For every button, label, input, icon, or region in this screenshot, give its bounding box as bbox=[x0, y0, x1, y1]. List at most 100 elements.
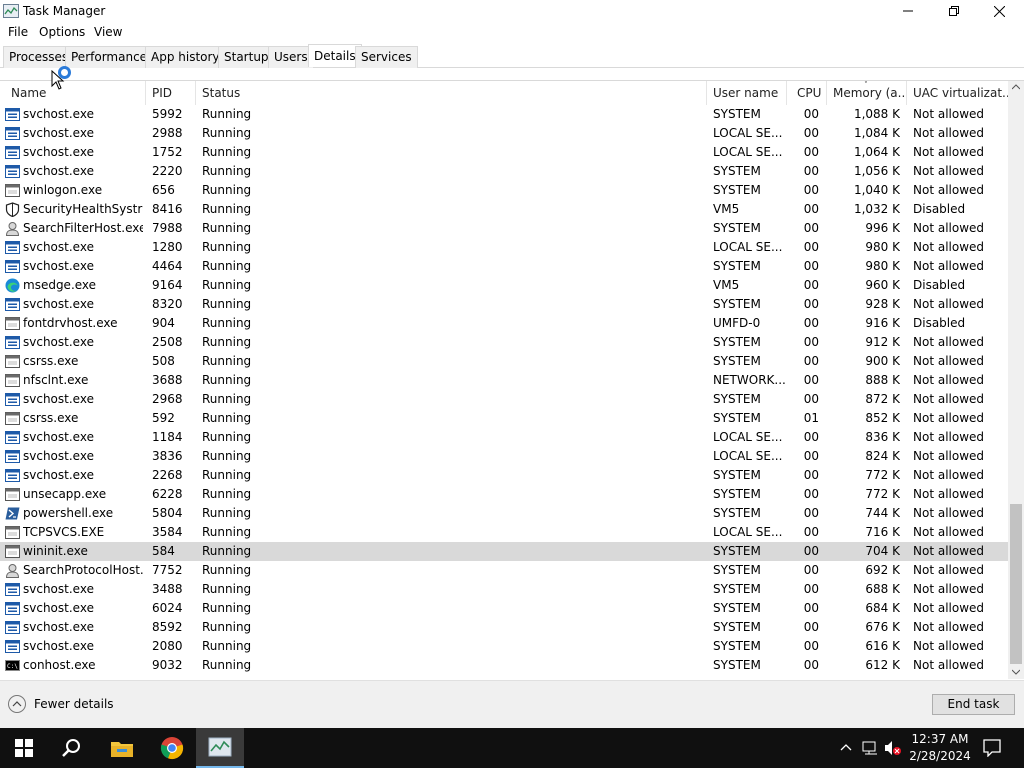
start-button[interactable] bbox=[0, 728, 48, 768]
restore-button[interactable] bbox=[931, 0, 977, 22]
table-row[interactable]: TCPSVCS.EXE 3584 Running LOCAL SE... 00 716 K… bbox=[0, 523, 1008, 542]
process-status: Running bbox=[202, 544, 252, 558]
process-cpu: 01 bbox=[803, 411, 819, 425]
tab-users[interactable]: Users bbox=[268, 46, 314, 68]
process-user-name: SYSTEM bbox=[713, 544, 761, 558]
tab-startup[interactable]: Startup bbox=[218, 46, 275, 68]
process-uac: Not allowed bbox=[913, 392, 985, 406]
process-memory: 900 K bbox=[865, 354, 900, 368]
table-row[interactable]: svchost.exe 1752 Running LOCAL SE... 00 1,064… bbox=[0, 143, 1008, 162]
process-status: Running bbox=[202, 202, 252, 216]
process-name: svchost.exe bbox=[23, 297, 94, 311]
table-row[interactable]: winlogon.exe 656 Running SYSTEM 00 1,040 K Not… bbox=[0, 181, 1008, 200]
table-row[interactable]: svchost.exe 1280 Running LOCAL SE... 00 980 K… bbox=[0, 238, 1008, 257]
taskbar-clock[interactable]: 12:37 AM 2/28/2024 bbox=[905, 731, 975, 765]
process-uac: Not allowed bbox=[913, 430, 985, 444]
column-header-name[interactable]: Name bbox=[5, 81, 146, 105]
process-cpu: 00 bbox=[803, 639, 819, 653]
table-row[interactable]: SearchProtocolHost.... 7752 Running SYSTEM 0… bbox=[0, 561, 1008, 580]
scroll-up-icon[interactable] bbox=[1012, 84, 1020, 90]
process-name: SearchProtocolHost.... bbox=[23, 563, 143, 577]
table-row[interactable]: svchost.exe 5992 Running SYSTEM 00 1,088 K Not… bbox=[0, 105, 1008, 124]
network-icon[interactable] bbox=[862, 740, 880, 756]
process-user-name: SYSTEM bbox=[713, 468, 761, 482]
process-status: Running bbox=[202, 449, 252, 463]
service-host-icon bbox=[5, 582, 20, 597]
close-button[interactable] bbox=[976, 0, 1022, 22]
search-button[interactable] bbox=[48, 728, 96, 768]
process-memory: 980 K bbox=[865, 240, 900, 254]
process-pid: 3488 bbox=[152, 582, 183, 596]
chevron-up-icon[interactable] bbox=[840, 743, 852, 751]
tab-performance[interactable]: Performance bbox=[65, 46, 154, 68]
scrollbar-thumb[interactable] bbox=[1010, 504, 1022, 664]
table-row[interactable]: SecurityHealthSystra... 8416 Running VM5 00 1… bbox=[0, 200, 1008, 219]
taskbar-task-manager[interactable] bbox=[196, 728, 244, 768]
menu-file[interactable]: File bbox=[8, 25, 28, 39]
column-header-cpu[interactable]: CPU bbox=[787, 81, 827, 105]
table-row[interactable]: svchost.exe 8592 Running SYSTEM 00 676 K Not a… bbox=[0, 618, 1008, 637]
taskbar-chrome[interactable] bbox=[148, 728, 196, 768]
table-body: svchost.exe 5992 Running SYSTEM 00 1,088 K Not… bbox=[0, 105, 1008, 679]
table-row[interactable]: fontdrvhost.exe 904 Running UMFD-0 00 916 K Di… bbox=[0, 314, 1008, 333]
table-row[interactable]: csrss.exe 592 Running SYSTEM 01 852 K Not allo… bbox=[0, 409, 1008, 428]
table-row[interactable]: unsecapp.exe 6228 Running SYSTEM 00 772 K Not … bbox=[0, 485, 1008, 504]
table-row[interactable]: msedge.exe 9164 Running VM5 00 960 K Disabled bbox=[0, 276, 1008, 295]
process-user-name: SYSTEM bbox=[713, 563, 761, 577]
process-status: Running bbox=[202, 354, 252, 368]
process-memory: 872 K bbox=[865, 392, 900, 406]
process-memory: 980 K bbox=[865, 259, 900, 273]
tab-app-history[interactable]: App history bbox=[145, 46, 226, 68]
notification-icon[interactable] bbox=[983, 739, 1001, 757]
volume-muted-icon[interactable] bbox=[884, 740, 902, 756]
tab-processes[interactable]: Processes bbox=[3, 46, 75, 68]
clock-date: 2/28/2024 bbox=[909, 749, 971, 763]
vertical-scrollbar[interactable] bbox=[1008, 81, 1024, 679]
chevron-up-icon[interactable] bbox=[8, 695, 26, 713]
menu-view[interactable]: View bbox=[94, 25, 122, 39]
table-row[interactable]: C:\ conhost.exe 9032 Running SYSTEM 00 612 K No… bbox=[0, 656, 1008, 675]
fewer-details-link[interactable]: Fewer details bbox=[34, 697, 114, 711]
table-row[interactable]: svchost.exe 3488 Running SYSTEM 00 688 K Not a… bbox=[0, 580, 1008, 599]
process-cpu: 00 bbox=[803, 278, 819, 292]
table-row[interactable]: SearchFilterHost.exe 7988 Running SYSTEM 00 9… bbox=[0, 219, 1008, 238]
process-pid: 7752 bbox=[152, 563, 183, 577]
table-row[interactable]: svchost.exe 2988 Running LOCAL SE... 00 1,084… bbox=[0, 124, 1008, 143]
table-row[interactable]: svchost.exe 1184 Running LOCAL SE... 00 836 K… bbox=[0, 428, 1008, 447]
column-header-status[interactable]: Status bbox=[196, 81, 707, 105]
menu-bar: File Options View bbox=[0, 22, 1024, 43]
tab-services[interactable]: Services bbox=[355, 46, 418, 68]
process-pid: 2508 bbox=[152, 335, 183, 349]
menu-options[interactable]: Options bbox=[39, 25, 85, 39]
process-memory: 772 K bbox=[865, 487, 900, 501]
table-row[interactable]: svchost.exe 3836 Running LOCAL SE... 00 824 K… bbox=[0, 447, 1008, 466]
table-row[interactable]: svchost.exe 4464 Running SYSTEM 00 980 K Not a… bbox=[0, 257, 1008, 276]
svg-text:C:\: C:\ bbox=[7, 663, 18, 670]
table-row[interactable]: svchost.exe 2268 Running SYSTEM 00 772 K Not a… bbox=[0, 466, 1008, 485]
table-row[interactable]: csrss.exe 508 Running SYSTEM 00 900 K Not allo… bbox=[0, 352, 1008, 371]
table-row[interactable]: svchost.exe 2968 Running SYSTEM 00 872 K Not a… bbox=[0, 390, 1008, 409]
column-header-user-name[interactable]: User name bbox=[707, 81, 787, 105]
table-row[interactable]: svchost.exe 8320 Running SYSTEM 00 928 K Not a… bbox=[0, 295, 1008, 314]
table-row[interactable]: powershell.exe 5804 Running SYSTEM 00 744 K No… bbox=[0, 504, 1008, 523]
table-row[interactable]: svchost.exe 2220 Running SYSTEM 00 1,056 K Not… bbox=[0, 162, 1008, 181]
taskbar-file-explorer[interactable] bbox=[98, 728, 146, 768]
table-row[interactable]: wininit.exe 584 Running SYSTEM 00 704 K Not al… bbox=[0, 542, 1008, 561]
table-row[interactable]: svchost.exe 2080 Running SYSTEM 00 616 K Not a… bbox=[0, 637, 1008, 656]
process-user-name: SYSTEM bbox=[713, 582, 761, 596]
column-header-pid[interactable]: PID bbox=[146, 81, 196, 105]
process-user-name: VM5 bbox=[713, 202, 740, 216]
table-row[interactable]: nfsclnt.exe 3688 Running NETWORK... 00 888 K N… bbox=[0, 371, 1008, 390]
table-row[interactable]: svchost.exe 2508 Running SYSTEM 00 912 K Not a… bbox=[0, 333, 1008, 352]
end-task-button[interactable]: End task bbox=[932, 694, 1015, 715]
process-uac: Not allowed bbox=[913, 297, 985, 311]
minimize-button[interactable] bbox=[885, 0, 931, 22]
table-row[interactable]: svchost.exe 6024 Running SYSTEM 00 684 K Not a… bbox=[0, 599, 1008, 618]
process-cpu: 00 bbox=[803, 335, 819, 349]
process-cpu: 00 bbox=[803, 525, 819, 539]
column-header-uac[interactable]: UAC virtualizat... bbox=[907, 81, 1008, 105]
service-host-icon bbox=[5, 297, 20, 312]
scroll-down-icon[interactable] bbox=[1012, 669, 1020, 675]
process-name: winlogon.exe bbox=[23, 183, 103, 197]
tab-details[interactable]: Details bbox=[308, 44, 362, 67]
